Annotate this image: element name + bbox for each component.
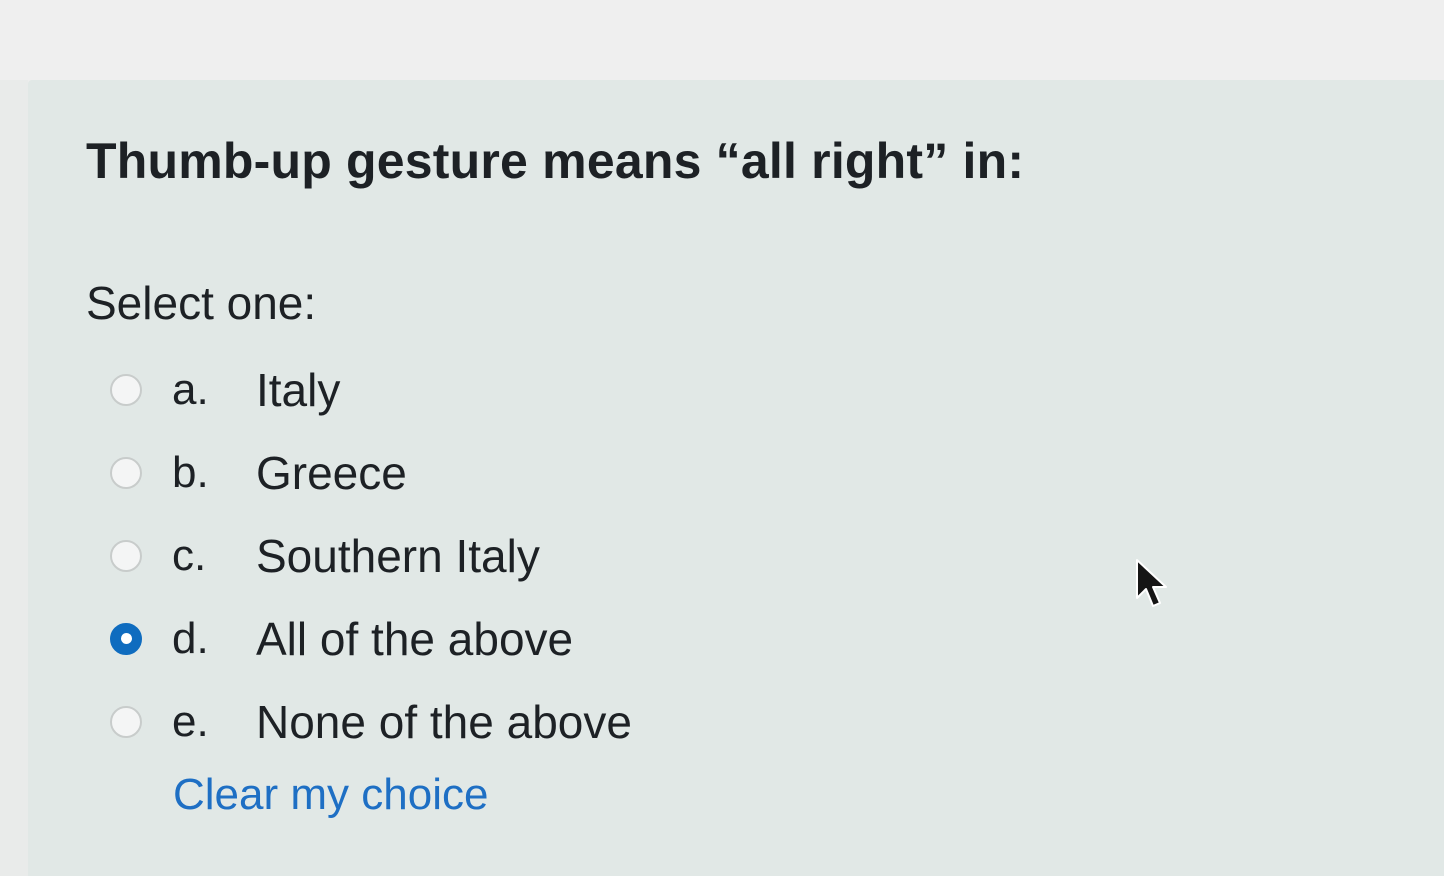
answer-options-list: a. Italy b. Greece c. Southern Italy d. …: [110, 348, 632, 763]
question-title: Thumb-up gesture means “all right” in:: [86, 133, 1025, 189]
mouse-pointer-icon: [1136, 559, 1167, 607]
answer-label[interactable]: None of the above: [256, 695, 632, 749]
question-panel: Thumb-up gesture means “all right” in: S…: [28, 80, 1444, 876]
clear-my-choice-link[interactable]: Clear my choice: [173, 770, 488, 820]
answer-label[interactable]: Greece: [256, 446, 407, 500]
answer-option-d[interactable]: d. All of the above: [110, 597, 573, 680]
answer-letter: a.: [172, 364, 209, 414]
answer-letter: c.: [172, 530, 207, 580]
answer-letter: d.: [172, 613, 209, 663]
answer-label[interactable]: Italy: [256, 363, 340, 417]
page-left-background: [0, 80, 28, 876]
answer-option-e[interactable]: e. None of the above: [110, 680, 632, 763]
answer-label[interactable]: All of the above: [256, 612, 573, 666]
radio-button-icon[interactable]: [110, 456, 142, 489]
answer-letter: e.: [172, 696, 209, 746]
answer-option-a[interactable]: a. Italy: [110, 348, 340, 431]
radio-button-icon[interactable]: [110, 373, 142, 406]
answer-option-c[interactable]: c. Southern Italy: [110, 514, 540, 597]
radio-button-icon[interactable]: [110, 705, 142, 738]
answer-option-b[interactable]: b. Greece: [110, 431, 407, 514]
radio-button-icon[interactable]: [110, 539, 142, 572]
page-top-background: [0, 0, 1444, 80]
answer-letter: b.: [172, 447, 209, 497]
select-one-prompt: Select one:: [86, 277, 317, 329]
radio-button-selected-icon[interactable]: [110, 622, 142, 655]
answer-label[interactable]: Southern Italy: [256, 529, 540, 583]
